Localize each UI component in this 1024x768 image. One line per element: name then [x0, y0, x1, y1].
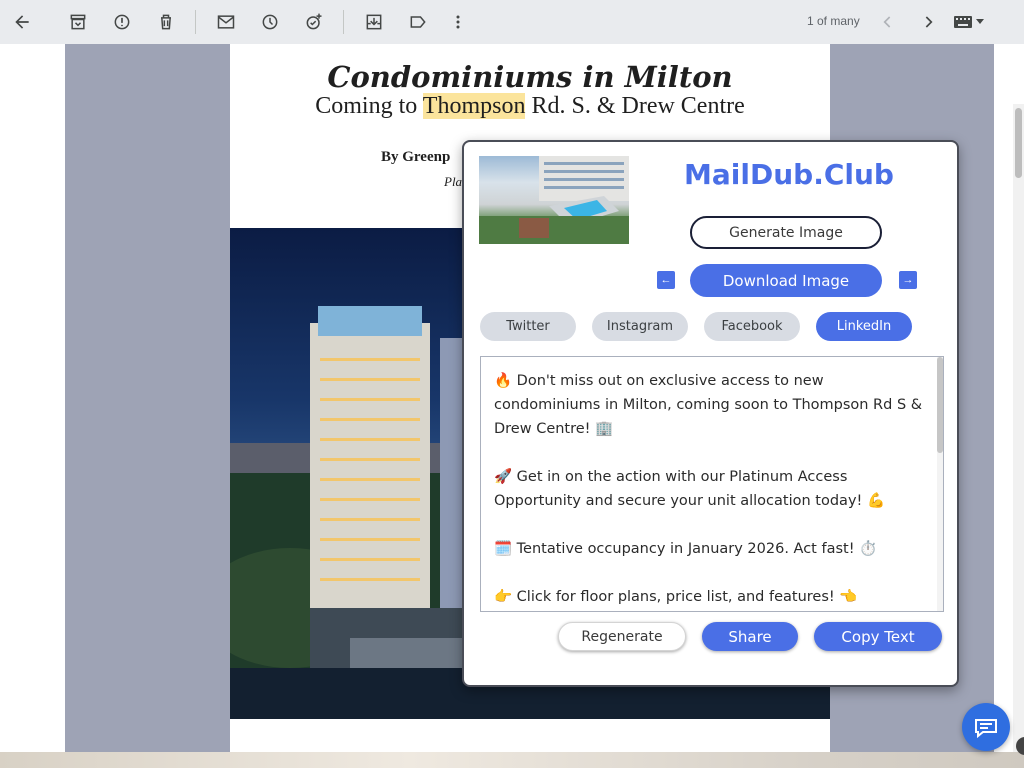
desktop-background-strip — [0, 752, 1024, 768]
email-title: Condominiums in Milton — [327, 60, 733, 94]
prev-image-button[interactable]: ← — [657, 271, 675, 289]
arrow-left-icon: ← — [660, 274, 672, 286]
pool-deck-illustration — [479, 156, 629, 244]
assistant-fab-button[interactable] — [962, 703, 1010, 751]
post-paragraph: 🗓️ Tentative occupancy in January 2026. … — [494, 541, 878, 557]
tab-instagram[interactable]: Instagram — [592, 312, 688, 341]
tab-facebook[interactable]: Facebook — [704, 312, 800, 341]
brand-title: MailDub.Club — [684, 158, 894, 191]
copy-text-button[interactable]: Copy Text — [814, 622, 942, 651]
pager-count: 1 of many — [807, 14, 860, 28]
delete-icon[interactable] — [154, 10, 178, 34]
dropdown-caret-icon — [976, 19, 984, 24]
generate-image-button[interactable]: Generate Image — [690, 216, 882, 249]
post-paragraph: 🔥 Don't miss out on exclusive access to … — [494, 373, 923, 437]
chat-bubble-icon — [975, 719, 997, 739]
archive-icon[interactable] — [66, 10, 90, 34]
tab-twitter[interactable]: Twitter — [480, 312, 576, 341]
generated-image-thumbnail[interactable] — [479, 156, 629, 244]
email-byline-secondary: Pla — [444, 174, 463, 189]
email-byline: By Greenp — [381, 149, 451, 165]
chevron-right-icon[interactable] — [916, 10, 940, 34]
more-vert-icon[interactable] — [446, 10, 470, 34]
message-toolbar: 1 of many — [0, 0, 1024, 44]
toolbar-divider — [343, 10, 344, 34]
regenerate-button[interactable]: Regenerate — [558, 622, 686, 651]
move-to-icon[interactable] — [362, 10, 386, 34]
keyboard-icon — [954, 16, 972, 28]
download-image-button[interactable]: Download Image — [690, 264, 882, 297]
input-tools-button[interactable] — [954, 12, 990, 32]
add-task-icon[interactable] — [302, 10, 326, 34]
back-arrow-icon[interactable] — [10, 10, 34, 34]
chevron-left-icon[interactable] — [876, 10, 900, 34]
page-scrollbar-thumb[interactable] — [1015, 108, 1022, 178]
page-scrollbar[interactable] — [1013, 104, 1024, 752]
arrow-right-icon: → — [902, 274, 914, 286]
toolbar-divider — [195, 10, 196, 34]
label-icon[interactable] — [406, 10, 430, 34]
maildub-popup: MailDub.Club Generate Image ← Download I… — [462, 140, 959, 687]
subtitle-suffix: Rd. S. & Drew Centre — [525, 93, 745, 119]
next-image-button[interactable]: → — [899, 271, 917, 289]
post-text: 🔥 Don't miss out on exclusive access to … — [494, 369, 924, 611]
mark-unread-icon[interactable] — [214, 10, 238, 34]
post-paragraph: 🚀 Get in on the action with our Platinum… — [494, 469, 885, 509]
tab-linkedin[interactable]: LinkedIn — [816, 312, 912, 341]
post-text-area[interactable]: 🔥 Don't miss out on exclusive access to … — [480, 356, 944, 612]
email-subtitle: Coming to Thompson Rd. S. & Drew Centre — [230, 93, 830, 120]
report-spam-icon[interactable] — [110, 10, 134, 34]
subtitle-prefix: Coming to — [315, 93, 423, 119]
snooze-icon[interactable] — [258, 10, 282, 34]
post-paragraph: 👉 Click for floor plans, price list, and… — [494, 589, 858, 605]
share-button[interactable]: Share — [702, 622, 798, 651]
post-text-scrollbar-thumb[interactable] — [937, 357, 943, 453]
search-highlight: Thompson — [422, 93, 526, 119]
post-text-scrollbar[interactable] — [937, 357, 943, 611]
